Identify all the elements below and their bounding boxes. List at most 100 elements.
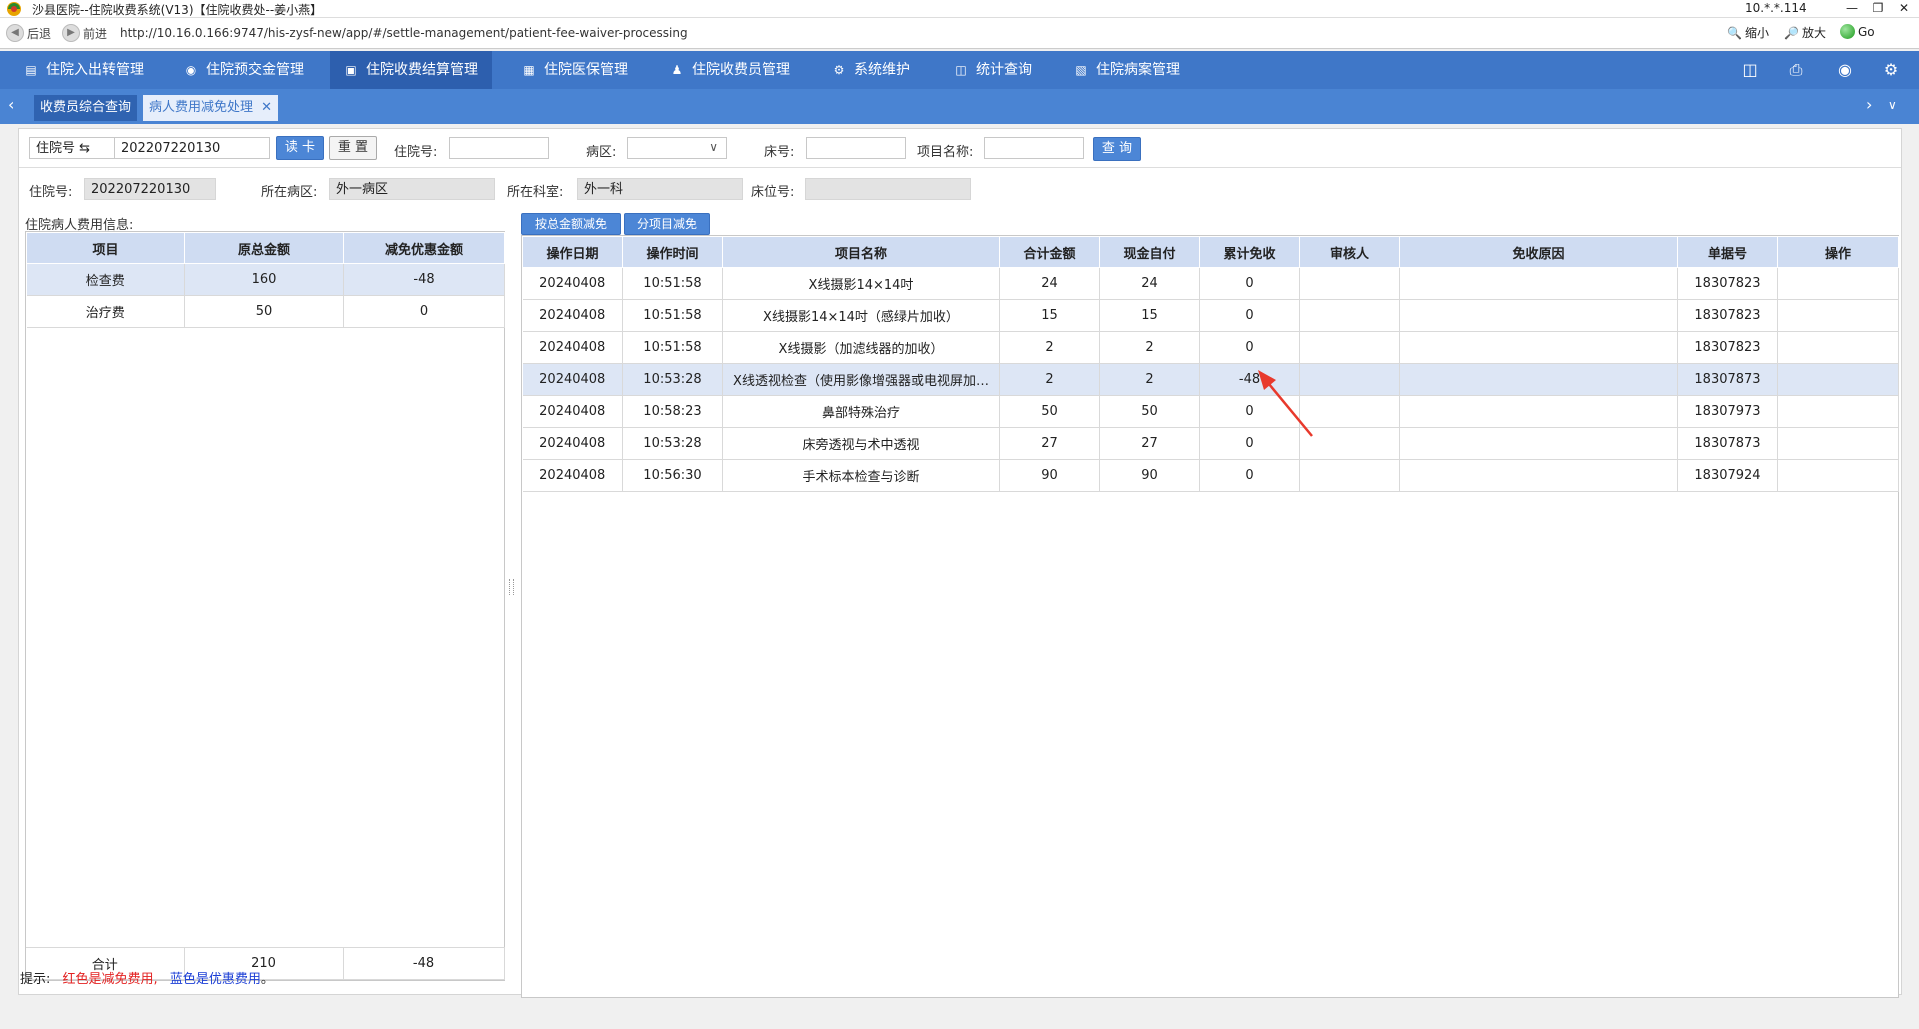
table-row[interactable]: 20240408 10:53:28 X线透视检查（使用影像增强器或电视屏加… 2 2 -4… bbox=[522, 363, 1899, 396]
col-discount-amount[interactable]: 减免优惠金额 bbox=[343, 232, 505, 264]
table-row[interactable]: 检查费 160 -48 bbox=[26, 263, 505, 296]
zoom-out-button[interactable]: 🔍 缩小 bbox=[1727, 24, 1769, 41]
back-button[interactable]: ◀ 后退 bbox=[6, 24, 51, 42]
cell-bill-no: 18307823 bbox=[1677, 299, 1778, 332]
minimize-icon[interactable]: — bbox=[1838, 0, 1866, 16]
menu-records[interactable]: ▧ 住院病案管理 bbox=[1060, 51, 1194, 89]
app-logo-icon bbox=[7, 2, 21, 16]
card-type-label: 住院号 ⇆ bbox=[36, 141, 91, 156]
hint-blue-text: 蓝色是优惠费用 bbox=[169, 972, 261, 987]
ward-select[interactable]: ∨ bbox=[627, 137, 727, 159]
menu-prepayment[interactable]: ◉ 住院预交金管理 bbox=[170, 51, 318, 89]
print-icon[interactable]: ⎙ bbox=[1785, 59, 1807, 81]
col-op-date[interactable]: 操作日期 bbox=[522, 236, 623, 268]
col-original-amount[interactable]: 原总金额 bbox=[184, 232, 344, 264]
inpatient-no-input[interactable] bbox=[449, 137, 549, 159]
hint-suffix: 。 bbox=[260, 972, 274, 987]
cell-total-amount: 2 bbox=[999, 331, 1100, 364]
waive-by-total-button[interactable]: 按总金额减免 bbox=[521, 213, 621, 235]
cell-reviewer bbox=[1299, 331, 1400, 364]
tab-label: 收费员综合查询 bbox=[40, 100, 132, 115]
cell-op-time: 10:53:28 bbox=[622, 363, 723, 396]
window-titlebar: 沙县医院--住院收费系统(V13)【住院收费处--姜小燕】 10.*.*.114… bbox=[0, 0, 1919, 18]
table-row[interactable]: 治疗费 50 0 bbox=[26, 295, 505, 328]
query-button[interactable]: 查 询 bbox=[1093, 137, 1141, 161]
close-icon[interactable]: ✕ bbox=[1890, 0, 1918, 16]
col-total-amount[interactable]: 合计金额 bbox=[999, 236, 1100, 268]
menu-statistics[interactable]: ◫ 统计查询 bbox=[940, 51, 1046, 89]
table-row[interactable]: 20240408 10:51:58 X线摄影14×14吋 24 24 0 18307823 bbox=[522, 267, 1899, 300]
item-name-input[interactable] bbox=[984, 137, 1084, 159]
cell-total-amount: 2 bbox=[999, 363, 1100, 396]
cell-total-amount: 50 bbox=[999, 395, 1100, 428]
table-header-row: 操作日期 操作时间 项目名称 合计金额 现金自付 累计免收 审核人 免收原因 单… bbox=[522, 236, 1899, 268]
screen-icon[interactable]: ◫ bbox=[1739, 59, 1761, 81]
zoom-in-button[interactable]: 🔎 放大 bbox=[1784, 24, 1826, 41]
tab-menu-chevron-icon[interactable]: ∨ bbox=[1888, 98, 1897, 112]
bed-input[interactable] bbox=[806, 137, 906, 159]
col-op-time[interactable]: 操作时间 bbox=[622, 236, 723, 268]
eye-icon[interactable]: ◉ bbox=[1834, 59, 1856, 81]
table-row[interactable]: 20240408 10:51:58 X线摄影14×14吋（感绿片加收） 15 15 0 18… bbox=[522, 299, 1899, 332]
menu-insurance[interactable]: ▦ 住院医保管理 bbox=[508, 51, 642, 89]
menu-system[interactable]: ⚙ 系统维护 bbox=[818, 51, 924, 89]
table-row[interactable]: 20240408 10:51:58 X线摄影（加滤线器的加收） 2 2 0 18307823 bbox=[522, 331, 1899, 364]
settings-icon[interactable]: ⚙ bbox=[1880, 59, 1902, 81]
col-item-name[interactable]: 项目名称 bbox=[722, 236, 1000, 268]
table-row[interactable]: 20240408 10:53:28 床旁透视与术中透视 27 27 0 18307873 bbox=[522, 427, 1899, 460]
restore-icon[interactable]: ❐ bbox=[1864, 0, 1892, 16]
patient-dept-field: 外一科 bbox=[577, 178, 743, 200]
menu-label: 统计查询 bbox=[976, 62, 1032, 78]
target-icon: ◉ bbox=[185, 63, 197, 77]
cell-waive-reason bbox=[1399, 267, 1678, 300]
red-annotation-arrow-icon bbox=[1258, 370, 1313, 437]
go-button[interactable]: Go bbox=[1840, 24, 1875, 39]
menu-settlement[interactable]: ▣ 住院收费结算管理 bbox=[330, 51, 492, 89]
cell-item-name: 手术标本检查与诊断 bbox=[722, 459, 1000, 492]
tab-cashier-query[interactable]: 收费员综合查询 bbox=[34, 95, 138, 121]
card-type-select[interactable]: 住院号 ⇆ bbox=[29, 137, 115, 159]
tab-bar: ‹ 收费员综合查询 病人费用减免处理 ✕ › ∨ bbox=[0, 89, 1919, 124]
hint-prefix: 提示: bbox=[20, 972, 51, 987]
cell-discount-amount: 0 bbox=[343, 295, 505, 328]
forward-button[interactable]: ▶ 前进 bbox=[62, 24, 107, 42]
forward-arrow-icon: ▶ bbox=[62, 24, 80, 42]
fee-detail-panel: 操作日期 操作时间 项目名称 合计金额 现金自付 累计免收 审核人 免收原因 单… bbox=[521, 235, 1899, 998]
card-number-value: 202207220130 bbox=[121, 141, 221, 156]
cell-bill-no: 18307823 bbox=[1677, 267, 1778, 300]
col-item[interactable]: 项目 bbox=[26, 232, 185, 264]
cell-cash-self-pay: 90 bbox=[1099, 459, 1200, 492]
cell-action bbox=[1777, 331, 1899, 364]
tab-fee-waiver[interactable]: 病人费用减免处理 ✕ bbox=[143, 95, 279, 121]
menu-cashier[interactable]: ♟ 住院收费员管理 bbox=[656, 51, 804, 89]
panel-splitter-handle[interactable] bbox=[509, 579, 514, 595]
col-waive-reason[interactable]: 免收原因 bbox=[1399, 236, 1678, 268]
cell-cumulative-waived: 0 bbox=[1199, 299, 1300, 332]
col-cash-self-pay[interactable]: 现金自付 bbox=[1099, 236, 1200, 268]
cell-waive-reason bbox=[1399, 331, 1678, 364]
col-action[interactable]: 操作 bbox=[1777, 236, 1899, 268]
col-cumulative-waived[interactable]: 累计免收 bbox=[1199, 236, 1300, 268]
menu-label: 住院预交金管理 bbox=[206, 62, 304, 78]
user-icon: ♟ bbox=[671, 63, 683, 77]
read-card-button[interactable]: 读 卡 bbox=[276, 136, 324, 160]
col-reviewer[interactable]: 审核人 bbox=[1299, 236, 1400, 268]
table-row[interactable]: 20240408 10:58:23 鼻部特殊治疗 50 50 0 18307973 bbox=[522, 395, 1899, 428]
tab-close-icon[interactable]: ✕ bbox=[261, 100, 272, 115]
url-field[interactable]: http://10.16.0.166:9747/his-zysf-new/app… bbox=[120, 26, 688, 40]
go-icon bbox=[1840, 24, 1855, 39]
card-number-input[interactable]: 202207220130 bbox=[114, 137, 270, 159]
cell-item-name: X线摄影14×14吋（感绿片加收） bbox=[722, 299, 1000, 332]
tab-scroll-right-icon[interactable]: › bbox=[1866, 95, 1872, 114]
query-label: 查 询 bbox=[1101, 141, 1133, 156]
table-row[interactable]: 20240408 10:56:30 手术标本检查与诊断 90 90 0 18307924 bbox=[522, 459, 1899, 492]
cell-reviewer bbox=[1299, 267, 1400, 300]
window-title: 沙县医院--住院收费系统(V13)【住院收费处--姜小燕】 bbox=[32, 3, 323, 17]
reset-label: 重 置 bbox=[337, 140, 369, 155]
col-bill-no[interactable]: 单据号 bbox=[1677, 236, 1778, 268]
menu-admission-transfer[interactable]: ▤ 住院入出转管理 bbox=[10, 51, 158, 89]
waive-by-item-button[interactable]: 分项目减免 bbox=[624, 213, 710, 235]
tab-scroll-left-icon[interactable]: ‹ bbox=[8, 95, 14, 114]
cell-item-name: 鼻部特殊治疗 bbox=[722, 395, 1000, 428]
reset-button[interactable]: 重 置 bbox=[329, 136, 377, 160]
